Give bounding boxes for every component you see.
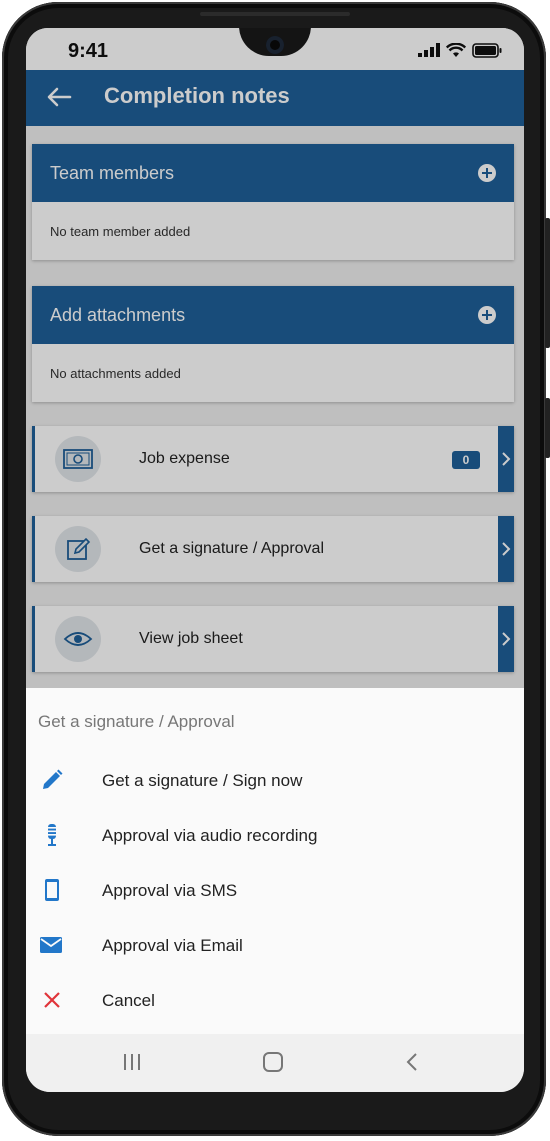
sheet-title: Get a signature / Approval	[38, 712, 235, 731]
option-audio-recording[interactable]: Approval via audio recording	[26, 815, 524, 855]
recent-apps-icon[interactable]	[122, 1052, 142, 1072]
option-sms-label: Approval via SMS	[102, 881, 238, 900]
power-button	[545, 398, 550, 458]
close-icon	[44, 992, 60, 1008]
option-sms[interactable]: Approval via SMS	[26, 870, 524, 910]
screen: 9:41 Completion notes Team members No te…	[26, 28, 524, 1092]
option-sign-now-label: Get a signature / Sign now	[102, 771, 303, 790]
option-audio-recording-label: Approval via audio recording	[102, 826, 318, 845]
option-email-label: Approval via Email	[102, 936, 243, 955]
microphone-icon	[46, 824, 58, 846]
home-icon[interactable]	[262, 1052, 284, 1072]
modal-scrim[interactable]	[26, 28, 524, 692]
option-cancel-label: Cancel	[102, 991, 155, 1010]
option-cancel[interactable]: Cancel	[26, 980, 524, 1020]
phone-speaker	[200, 12, 350, 16]
phone-icon	[45, 879, 59, 901]
mail-icon	[40, 937, 62, 953]
system-nav-bar	[26, 1034, 524, 1092]
back-icon[interactable]	[404, 1052, 420, 1072]
phone-frame: 9:41 Completion notes Team members No te…	[2, 2, 550, 1136]
bottom-sheet: Get a signature / Approval Get a signatu…	[26, 688, 524, 1034]
option-sign-now[interactable]: Get a signature / Sign now	[26, 760, 524, 800]
volume-button	[545, 218, 550, 348]
option-email[interactable]: Approval via Email	[26, 925, 524, 965]
pencil-icon	[43, 769, 63, 789]
